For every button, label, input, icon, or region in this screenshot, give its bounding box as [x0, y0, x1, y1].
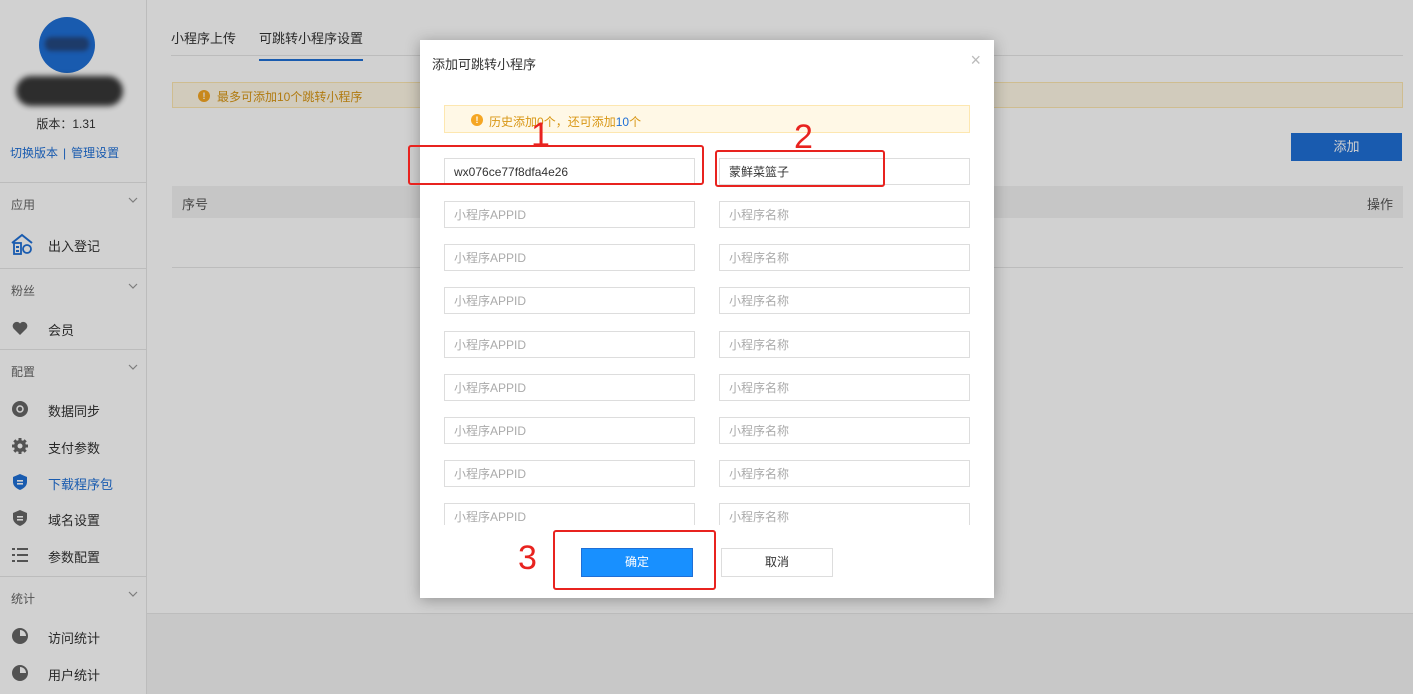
tip-suffix: 个: [629, 115, 642, 129]
add-jump-miniprogram-dialog: 添加可跳转小程序 × ! 历史添加0个，还可添加10个 wx076ce77f8d…: [420, 40, 994, 598]
name-input[interactable]: [719, 331, 970, 358]
appid-row: [444, 331, 970, 358]
history-tip: ! 历史添加0个，还可添加10个: [444, 105, 970, 133]
cancel-button[interactable]: 取消: [721, 548, 833, 577]
appid-row: [444, 287, 970, 314]
tip-text: 历史添加0个，还可添加10个: [489, 113, 641, 130]
appid-input[interactable]: [444, 287, 695, 314]
dialog-title: 添加可跳转小程序: [432, 57, 537, 72]
appid-input[interactable]: [444, 417, 695, 444]
close-icon[interactable]: ×: [970, 50, 981, 70]
appid-row: [444, 460, 970, 487]
appid-input[interactable]: [444, 460, 695, 487]
name-input[interactable]: [719, 503, 970, 525]
appid-row: [444, 417, 970, 444]
appid-input[interactable]: [444, 374, 695, 401]
name-input[interactable]: [719, 374, 970, 401]
tip-remaining: 10: [615, 115, 630, 129]
appid-row: [444, 201, 970, 228]
tip-prefix: 历史添加: [489, 115, 538, 129]
annotation-number-2: 2: [794, 118, 813, 156]
annotation-box-appid: [408, 145, 704, 185]
appid-row: [444, 503, 970, 525]
name-input[interactable]: [719, 244, 970, 271]
appid-input[interactable]: [444, 244, 695, 271]
annotation-number-3: 3: [518, 539, 537, 577]
name-input[interactable]: [719, 201, 970, 228]
appid-input[interactable]: [444, 503, 695, 525]
annotation-number-1: 1: [531, 116, 550, 154]
info-icon: !: [471, 114, 483, 126]
annotation-box-confirm: [553, 530, 716, 590]
appid-input[interactable]: [444, 331, 695, 358]
backdrop-band: [147, 613, 1413, 694]
appid-row: [444, 244, 970, 271]
tip-middle: 个，还可添加: [543, 115, 616, 129]
appid-row: [444, 374, 970, 401]
name-input[interactable]: [719, 460, 970, 487]
appid-input[interactable]: [444, 201, 695, 228]
name-input[interactable]: [719, 417, 970, 444]
name-input[interactable]: [719, 287, 970, 314]
appid-rows[interactable]: [444, 158, 970, 525]
